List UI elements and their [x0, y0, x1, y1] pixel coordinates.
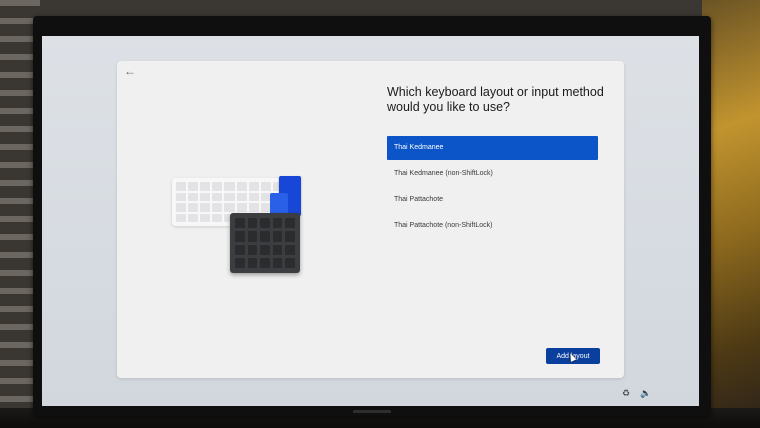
key-graphic: [235, 257, 245, 268]
key-graphic: [200, 203, 211, 212]
key-graphic: [212, 182, 223, 191]
key-graphic: [272, 218, 283, 229]
key-graphic: [224, 192, 235, 201]
accessibility-icon[interactable]: ♻: [622, 388, 630, 399]
key-graphic: [248, 203, 259, 212]
setup-card: ← Which keyboard layout or input method …: [117, 61, 624, 378]
keyboard-illustration: [172, 173, 332, 283]
key-graphic: [272, 244, 283, 255]
key-graphic: [176, 213, 187, 222]
layout-list: Thai Kedmanee Thai Kedmanee (non-ShiftLo…: [387, 136, 598, 240]
key-graphic: [236, 192, 247, 201]
key-graphic: [176, 203, 187, 212]
key-graphic: [212, 203, 223, 212]
key-graphic: [200, 213, 211, 222]
key-graphic: [285, 218, 295, 229]
key-graphic: [188, 192, 199, 201]
key-graphic: [212, 192, 223, 201]
key-graphic: [260, 231, 270, 242]
key-graphic: [188, 182, 199, 191]
layout-option-thai-kedmanee[interactable]: Thai Kedmanee: [387, 136, 598, 160]
key-graphic: [247, 231, 258, 242]
key-graphic: [176, 192, 187, 201]
key-graphic: [176, 182, 187, 191]
layout-option-thai-pattachote-non-shiftlock[interactable]: Thai Pattachote (non-ShiftLock): [387, 214, 598, 238]
monitor-logo: [353, 410, 391, 413]
key-graphic: [248, 192, 259, 201]
key-graphic: [200, 182, 211, 191]
key-graphic: [200, 192, 211, 201]
key-graphic: [285, 231, 295, 242]
key-graphic: [188, 213, 199, 222]
key-graphic: [212, 213, 223, 222]
layout-option-thai-kedmanee-non-shiftlock[interactable]: Thai Kedmanee (non-ShiftLock): [387, 162, 598, 186]
key-graphic: [260, 244, 270, 255]
key-graphic: [235, 244, 245, 255]
volume-icon[interactable]: 🔈: [640, 388, 651, 399]
back-arrow-icon[interactable]: ←: [123, 64, 137, 78]
key-graphic: [260, 257, 270, 268]
key-graphic: [285, 257, 295, 268]
key-graphic: [260, 218, 270, 229]
key-graphic: [224, 203, 235, 212]
page-title: Which keyboard layout or input method wo…: [387, 85, 604, 114]
oobe-screen: ← Which keyboard layout or input method …: [42, 36, 699, 406]
key-graphic: [235, 218, 245, 229]
key-graphic: [235, 231, 245, 242]
key-graphic: [248, 182, 259, 191]
key-graphic: [247, 218, 258, 229]
key-graphic: [272, 257, 283, 268]
monitor: ← Which keyboard layout or input method …: [33, 16, 711, 416]
key-graphic: [260, 182, 271, 191]
key-graphic: [285, 244, 295, 255]
key-graphic: [272, 231, 283, 242]
key-graphic: [247, 244, 258, 255]
key-graphic: [247, 257, 258, 268]
key-graphic: [224, 182, 235, 191]
key-graphic: [236, 203, 247, 212]
key-graphic: [236, 182, 247, 191]
key-graphic: [188, 203, 199, 212]
layout-option-thai-pattachote[interactable]: Thai Pattachote: [387, 188, 598, 212]
dark-keypad-graphic: [230, 213, 300, 273]
